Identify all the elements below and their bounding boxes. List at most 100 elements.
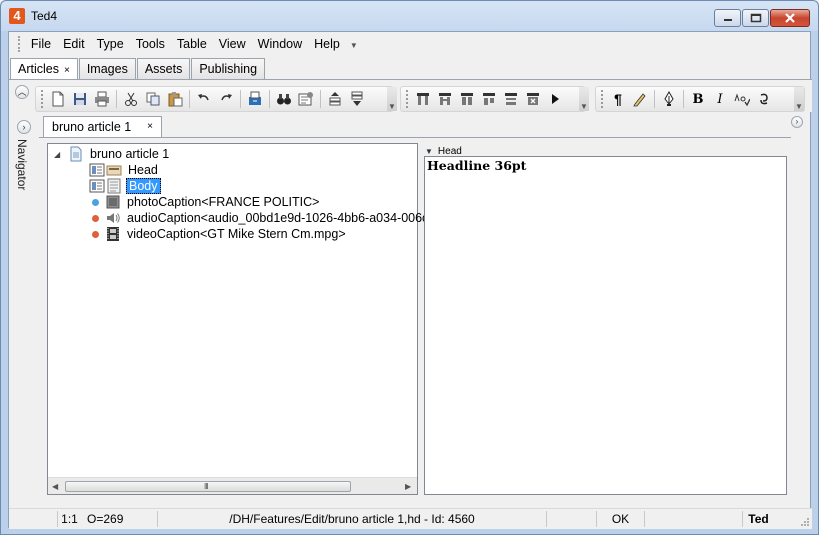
toolbar-overflow-icon[interactable]: ▼ <box>387 87 397 111</box>
tab-close-icon[interactable]: × <box>64 65 70 76</box>
tree-item-video[interactable]: videoCaption<GT Mike Stern Cm.mpg> <box>92 226 348 242</box>
status-bar: 1:1 O=269 /DH/Features/Edit/bruno articl… <box>9 508 812 529</box>
title-bar[interactable]: 4 Ted4 <box>1 1 818 31</box>
pen-button[interactable] <box>658 88 680 110</box>
paste-button[interactable] <box>164 88 186 110</box>
cut-button[interactable] <box>120 88 142 110</box>
menu-view[interactable]: View <box>213 35 252 53</box>
spellcheck-icon <box>734 93 750 107</box>
tree-root-label: bruno article 1 <box>90 147 170 161</box>
scroll-right-icon[interactable]: ▶ <box>405 482 411 491</box>
move-down-button[interactable] <box>346 88 368 110</box>
align-top-icon <box>483 93 495 105</box>
menu-grip[interactable] <box>18 36 21 52</box>
save-button[interactable] <box>69 88 91 110</box>
scroll-tabs-right-button[interactable]: › <box>791 116 803 128</box>
refresh-button[interactable] <box>753 88 775 110</box>
menu-overflow-icon[interactable]: ▼ <box>350 35 359 53</box>
insert-column-icon <box>461 93 473 105</box>
menu-tools[interactable]: Tools <box>130 35 171 53</box>
scroll-left-icon[interactable]: ◀ <box>52 482 58 491</box>
status-spacer <box>644 511 742 527</box>
menu-edit[interactable]: Edit <box>57 35 91 53</box>
minimize-button[interactable] <box>714 9 741 27</box>
import-button[interactable] <box>244 88 266 110</box>
expand-navigator-button[interactable]: › <box>17 120 31 134</box>
bold-button[interactable]: B <box>687 88 709 110</box>
tab-articles-label: Articles <box>18 62 59 76</box>
document-tab[interactable]: bruno article 1 × <box>43 116 162 138</box>
close-window-button[interactable] <box>770 9 810 27</box>
tree-item-audio[interactable]: audioCaption<audio_00bd1e9d-1026-4bb6-a0… <box>92 210 430 226</box>
toolbar-strip: ▼ ▼ ¶ B I ▼ <box>9 80 812 112</box>
insert-row-above-button[interactable] <box>412 88 434 110</box>
headline-text[interactable]: Headline 36pt <box>427 158 526 173</box>
italic-icon: I <box>717 91 723 107</box>
toolbar-grip[interactable] <box>601 90 604 108</box>
properties-button[interactable] <box>295 88 317 110</box>
resize-grip-icon[interactable] <box>800 517 810 527</box>
paragraph-button[interactable]: ¶ <box>607 88 629 110</box>
undo-button[interactable] <box>193 88 215 110</box>
tree-root[interactable]: ◢ bruno article 1 <box>54 146 171 162</box>
delete-cells-button[interactable] <box>522 88 544 110</box>
bold-icon: B <box>692 91 704 107</box>
menu-window[interactable]: Window <box>252 35 308 53</box>
close-icon[interactable]: × <box>147 121 153 132</box>
toolbar-table <box>400 86 586 112</box>
scrollbar-thumb[interactable]: III <box>65 481 351 492</box>
toolbar-overflow-icon[interactable]: ▼ <box>794 87 804 111</box>
move-down-icon <box>351 91 363 106</box>
document-tab-label: bruno article 1 <box>52 120 132 134</box>
menu-help[interactable]: Help <box>308 35 346 53</box>
tab-articles[interactable]: Articles × <box>10 58 78 80</box>
collapse-toolbar-button[interactable]: ︿ <box>15 85 29 99</box>
insert-row-below-icon <box>439 93 451 105</box>
spellcheck-button[interactable] <box>731 88 753 110</box>
tree-item-label: Body <box>126 178 161 194</box>
horizontal-scrollbar[interactable]: ◀ III ▶ <box>48 477 417 494</box>
menu-table[interactable]: Table <box>171 35 213 53</box>
toolbar-separator <box>240 90 241 108</box>
move-up-button[interactable] <box>324 88 346 110</box>
editor-section-label: Head <box>437 145 462 157</box>
align-top-button[interactable] <box>478 88 500 110</box>
app-window: 4 Ted4 File Edit Type Tools Table View W… <box>0 0 819 535</box>
toolbar-separator <box>683 90 684 108</box>
more-table-button[interactable] <box>544 88 566 110</box>
redo-button[interactable] <box>215 88 237 110</box>
toolbar-separator <box>320 90 321 108</box>
navigator-label[interactable]: Navigator <box>15 139 29 190</box>
align-middle-button[interactable] <box>500 88 522 110</box>
menu-file[interactable]: File <box>25 35 57 53</box>
insert-column-button[interactable] <box>456 88 478 110</box>
toolbar-overflow-icon[interactable]: ▼ <box>579 87 589 111</box>
menu-bar: File Edit Type Tools Table View Window H… <box>9 32 359 56</box>
print-button[interactable] <box>91 88 113 110</box>
tab-assets[interactable]: Assets <box>136 58 191 79</box>
tab-publishing-label: Publishing <box>199 62 258 76</box>
tree-item-head[interactable]: Head <box>89 162 160 178</box>
section-collapse-icon[interactable]: ▼ <box>425 147 433 156</box>
tree-item-body[interactable]: Body <box>89 178 161 194</box>
tree-item-photo[interactable]: photoCaption<FRANCE POLITIC> <box>92 194 321 210</box>
menu-type[interactable]: Type <box>91 35 130 53</box>
text-frame-icon <box>89 179 105 193</box>
toolbar-grip[interactable] <box>406 90 409 108</box>
chevron-right-icon: › <box>22 122 26 132</box>
italic-button[interactable]: I <box>709 88 731 110</box>
status-dot-icon <box>92 198 99 206</box>
text-editor[interactable]: Headline 36pt <box>424 156 787 495</box>
insert-row-below-button[interactable] <box>434 88 456 110</box>
pencil-button[interactable] <box>629 88 651 110</box>
new-document-button[interactable] <box>47 88 69 110</box>
copy-button[interactable] <box>142 88 164 110</box>
tab-images[interactable]: Images <box>78 58 136 79</box>
collapse-icon[interactable]: ◢ <box>54 150 64 159</box>
maximize-button[interactable] <box>742 9 769 27</box>
insert-row-above-icon <box>417 93 429 105</box>
tab-publishing[interactable]: Publishing <box>191 58 266 79</box>
undo-icon <box>198 94 209 101</box>
toolbar-grip[interactable] <box>41 90 44 108</box>
find-button[interactable] <box>273 88 295 110</box>
